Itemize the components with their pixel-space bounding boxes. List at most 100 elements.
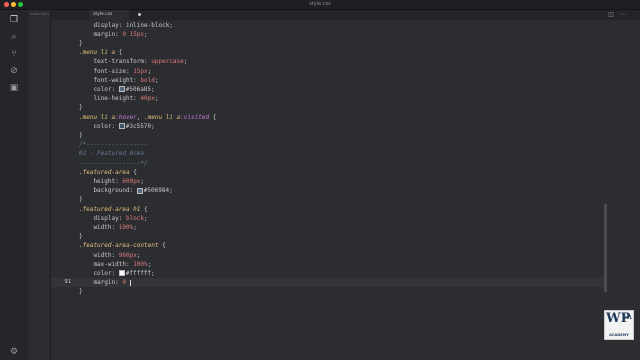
- logo-academy-text: ACADEMY: [609, 333, 629, 337]
- code-token: margin:: [79, 279, 123, 287]
- debug-icon[interactable]: ⊘: [9, 66, 19, 76]
- code-token: }: [79, 131, 83, 139]
- code-token: }: [79, 233, 83, 241]
- line-code: text-transform: uppercase;: [79, 57, 187, 66]
- code-line[interactable]: }: [51, 195, 607, 204]
- code-token: }: [79, 104, 83, 112]
- code-line[interactable]: 02 - Featured Area: [51, 149, 607, 158]
- code-token: ;: [133, 223, 137, 231]
- code-line[interactable]: 91 margin: 0: [51, 278, 607, 288]
- code-line[interactable]: .menu li a:hover, .menu li a:visited {: [51, 113, 607, 122]
- code-token: .featured-area-content: [79, 242, 159, 250]
- code-token: 100%: [118, 223, 134, 231]
- code-line[interactable]: .featured-area-content {: [51, 241, 607, 250]
- color-swatch-icon[interactable]: [118, 123, 125, 130]
- line-code: .featured-area h1 {: [79, 205, 148, 214]
- code-line[interactable]: .featured-area {: [51, 168, 607, 177]
- code-line[interactable]: color: #ffffff;: [51, 269, 607, 278]
- unsaved-dot-icon[interactable]: [138, 13, 141, 16]
- code-line[interactable]: font-weight: bold;: [51, 76, 607, 85]
- line-code: }: [79, 287, 83, 296]
- code-line[interactable]: /*-----------------: [51, 140, 607, 149]
- code-token: .featured-area: [79, 168, 130, 176]
- line-code: max-width: 100%;: [79, 260, 151, 269]
- more-actions-icon[interactable]: ⋯: [618, 10, 628, 20]
- code-line[interactable]: }: [51, 232, 607, 241]
- search-icon[interactable]: ⌕: [9, 32, 19, 42]
- code-token: #506984: [143, 187, 170, 195]
- code-token: height:: [79, 177, 123, 185]
- code-line[interactable]: background: #506984;: [51, 186, 607, 195]
- code-line[interactable]: color: #506a85;: [51, 85, 607, 94]
- code-token: ;: [154, 76, 159, 84]
- code-token: bold: [140, 76, 155, 84]
- code-line[interactable]: }: [51, 103, 607, 112]
- code-token: ;: [169, 187, 173, 195]
- code-token: line-height:: [79, 95, 141, 103]
- tab-style-css[interactable]: style.css: [89, 10, 141, 20]
- wp101-academy-logo: WP 101 ACADEMY: [604, 310, 634, 340]
- line-code: width: 100%;: [79, 223, 137, 232]
- code-line[interactable]: font-size: 15px;: [51, 67, 607, 76]
- code-line[interactable]: }: [51, 39, 607, 48]
- code-token: ;: [151, 85, 155, 93]
- code-token: /*-----------------: [79, 141, 148, 149]
- code-line[interactable]: display: block;: [51, 214, 607, 223]
- color-swatch-icon[interactable]: [118, 86, 125, 93]
- text-cursor: [129, 279, 131, 286]
- vertical-scrollbar[interactable]: [604, 204, 607, 292]
- code-line[interactable]: width: 100%;: [51, 223, 607, 232]
- settings-gear-icon[interactable]: ⚙: [9, 347, 19, 357]
- code-line[interactable]: height: 600px;: [51, 177, 607, 186]
- code-token: background:: [79, 187, 137, 195]
- code-line[interactable]: display: inline-block;: [51, 21, 607, 30]
- code-token: {: [158, 242, 166, 250]
- code-line[interactable]: color: #3c5570;: [51, 122, 607, 131]
- code-token: ;: [154, 95, 159, 103]
- code-token: {: [129, 168, 137, 176]
- code-token: 960px: [118, 251, 137, 259]
- code-line[interactable]: .featured-area h1 {: [51, 205, 607, 214]
- code-editor[interactable]: display: inline-block; margin: 0 15px;}.…: [51, 20, 640, 360]
- code-line[interactable]: max-width: 100%;: [51, 260, 607, 269]
- line-code: }: [79, 103, 83, 112]
- code-token: width:: [79, 223, 119, 231]
- code-line[interactable]: text-transform: uppercase;: [51, 57, 607, 66]
- code-token: 40px: [140, 95, 155, 103]
- split-editor-icon[interactable]: ◫: [606, 10, 616, 20]
- explorer-file-item[interactable]: index.html: [30, 12, 49, 16]
- code-token: #506a85: [125, 85, 152, 93]
- line-code: .featured-area-content {: [79, 241, 166, 250]
- code-token: ;: [144, 30, 148, 38]
- line-code: background: #506984;: [79, 186, 173, 195]
- code-line[interactable]: margin: 0 15px;: [51, 30, 607, 39]
- code-line[interactable]: line-height: 40px;: [51, 94, 607, 103]
- code-token: 15px: [133, 67, 148, 75]
- line-code: }: [79, 232, 83, 241]
- code-line[interactable]: .menu li a {: [51, 48, 607, 57]
- code-line[interactable]: }: [51, 287, 607, 296]
- files-icon[interactable]: ❐: [9, 15, 19, 25]
- line-code: display: block;: [79, 214, 147, 223]
- color-swatch-icon[interactable]: [118, 270, 125, 277]
- source-control-icon[interactable]: ⑂: [9, 49, 19, 59]
- code-token: color:: [79, 85, 119, 93]
- code-line[interactable]: width: 960px;: [51, 251, 607, 260]
- line-code: color: #ffffff;: [79, 269, 154, 278]
- code-token: ,: [136, 113, 145, 121]
- window-title: style.css: [309, 1, 331, 7]
- code-token: :visited: [180, 113, 210, 121]
- color-swatch-icon[interactable]: [136, 187, 143, 194]
- title-bar: style.css: [0, 0, 640, 10]
- code-token: #ffffff: [125, 269, 152, 277]
- code-token: 0: [122, 279, 130, 287]
- code-token: :hover: [115, 113, 137, 121]
- code-line[interactable]: }: [51, 131, 607, 140]
- code-line[interactable]: -----------------*/: [51, 159, 607, 168]
- code-token: 600px: [122, 177, 141, 185]
- code-token: text-transform:: [79, 58, 152, 66]
- code-token: .featured-area h1: [79, 205, 141, 213]
- code-token: 0 15px: [122, 30, 145, 38]
- code-token: -----------------*/: [79, 159, 148, 167]
- extensions-icon[interactable]: ▣: [9, 83, 19, 93]
